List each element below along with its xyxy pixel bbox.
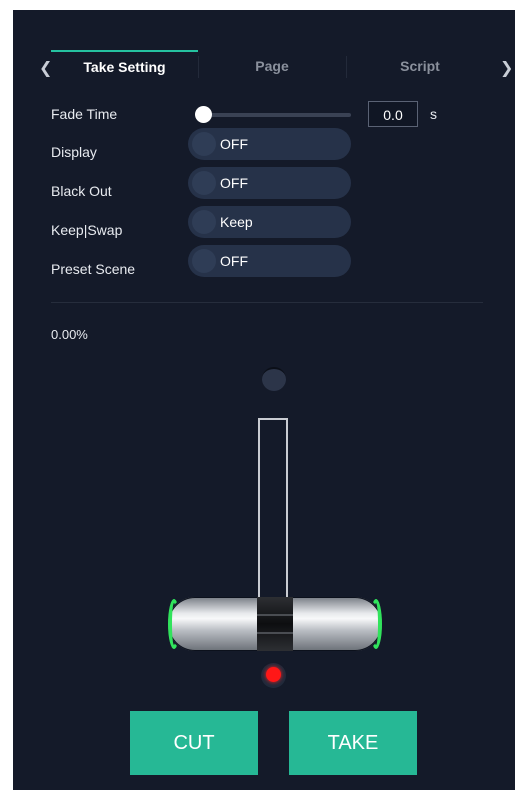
fader-track (258, 418, 288, 618)
fade-time-input[interactable]: 0.0 (368, 101, 418, 127)
cut-button[interactable]: CUT (130, 711, 258, 775)
tab-script[interactable]: Script (346, 50, 494, 84)
toggle-knob (192, 249, 216, 273)
red-indicator-icon (266, 667, 281, 682)
toggle-knob (192, 132, 216, 156)
display-label: Display (51, 144, 97, 160)
fade-time-slider-knob[interactable] (195, 106, 212, 123)
preset-scene-toggle-value: OFF (220, 253, 248, 269)
fader-left-cap (168, 599, 180, 649)
fader-grip (257, 597, 293, 651)
fader-right-cap (370, 599, 382, 649)
black-out-label: Black Out (51, 183, 112, 199)
tab-take-setting[interactable]: Take Setting (51, 50, 198, 86)
keep-swap-toggle[interactable]: Keep (188, 206, 351, 238)
fader-percent-readout: 0.00% (51, 327, 88, 342)
chevron-right-icon[interactable]: ❯ (500, 58, 513, 78)
preset-scene-toggle[interactable]: OFF (188, 245, 351, 277)
black-out-toggle[interactable]: OFF (188, 167, 351, 199)
fader-bottom-indicator (261, 663, 286, 688)
t-bar-fader-handle[interactable] (168, 597, 382, 651)
fade-time-slider[interactable] (203, 113, 351, 117)
take-setting-panel: ❮ Take Setting Page Script ❯ Fade Time 0… (13, 10, 515, 790)
tab-bar: ❮ Take Setting Page Script ❯ (13, 50, 515, 92)
toggle-knob (192, 171, 216, 195)
take-button[interactable]: TAKE (289, 711, 417, 775)
divider (51, 302, 483, 303)
tab-page[interactable]: Page (198, 50, 346, 84)
keep-swap-label: Keep|Swap (51, 222, 123, 238)
keep-swap-toggle-value: Keep (220, 214, 253, 230)
display-toggle[interactable]: OFF (188, 128, 351, 160)
toggle-knob (192, 210, 216, 234)
preset-scene-label: Preset Scene (51, 261, 136, 277)
fade-time-label: Fade Time (51, 106, 118, 122)
fader-top-indicator (262, 367, 286, 391)
black-out-toggle-value: OFF (220, 175, 248, 191)
display-toggle-value: OFF (220, 136, 248, 152)
fade-time-unit: s (430, 106, 437, 122)
